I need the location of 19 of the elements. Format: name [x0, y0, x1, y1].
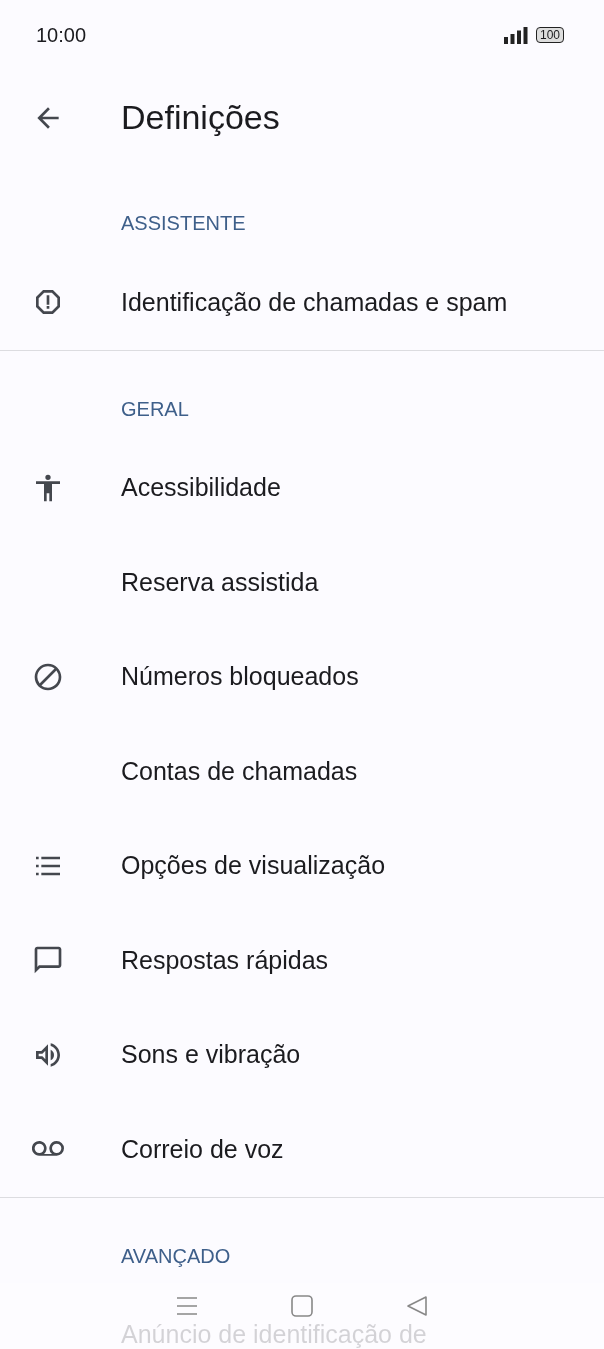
settings-item[interactable]: Sons e vibração: [121, 1040, 301, 1070]
battery-level: 100: [535, 27, 564, 43]
settings-item[interactable]: Acessibilidade: [121, 473, 281, 503]
triangle-icon: [405, 1295, 428, 1317]
menu-icon: [176, 1295, 199, 1317]
section-heading: AVANÇADO: [121, 1243, 231, 1268]
status-time: 10:00: [36, 23, 87, 47]
section-heading: ASSISTENTE: [121, 211, 246, 235]
signal-icon: [503, 26, 528, 44]
settings-item[interactable]: Números bloqueados: [121, 662, 359, 692]
square-icon: [291, 1295, 313, 1317]
page-title: Definições: [121, 98, 280, 137]
settings-item[interactable]: Contas de chamadas: [121, 756, 358, 786]
section-heading: GERAL: [121, 396, 189, 421]
settings-item[interactable]: Reserva assistida: [121, 567, 319, 597]
settings-item[interactable]: Opções de visualização: [121, 851, 386, 881]
settings-item[interactable]: Respostas rápidas: [121, 945, 329, 975]
settings-item[interactable]: Correio de voz: [121, 1134, 284, 1164]
settings-item[interactable]: Identificação de chamadas e spam: [121, 287, 508, 317]
